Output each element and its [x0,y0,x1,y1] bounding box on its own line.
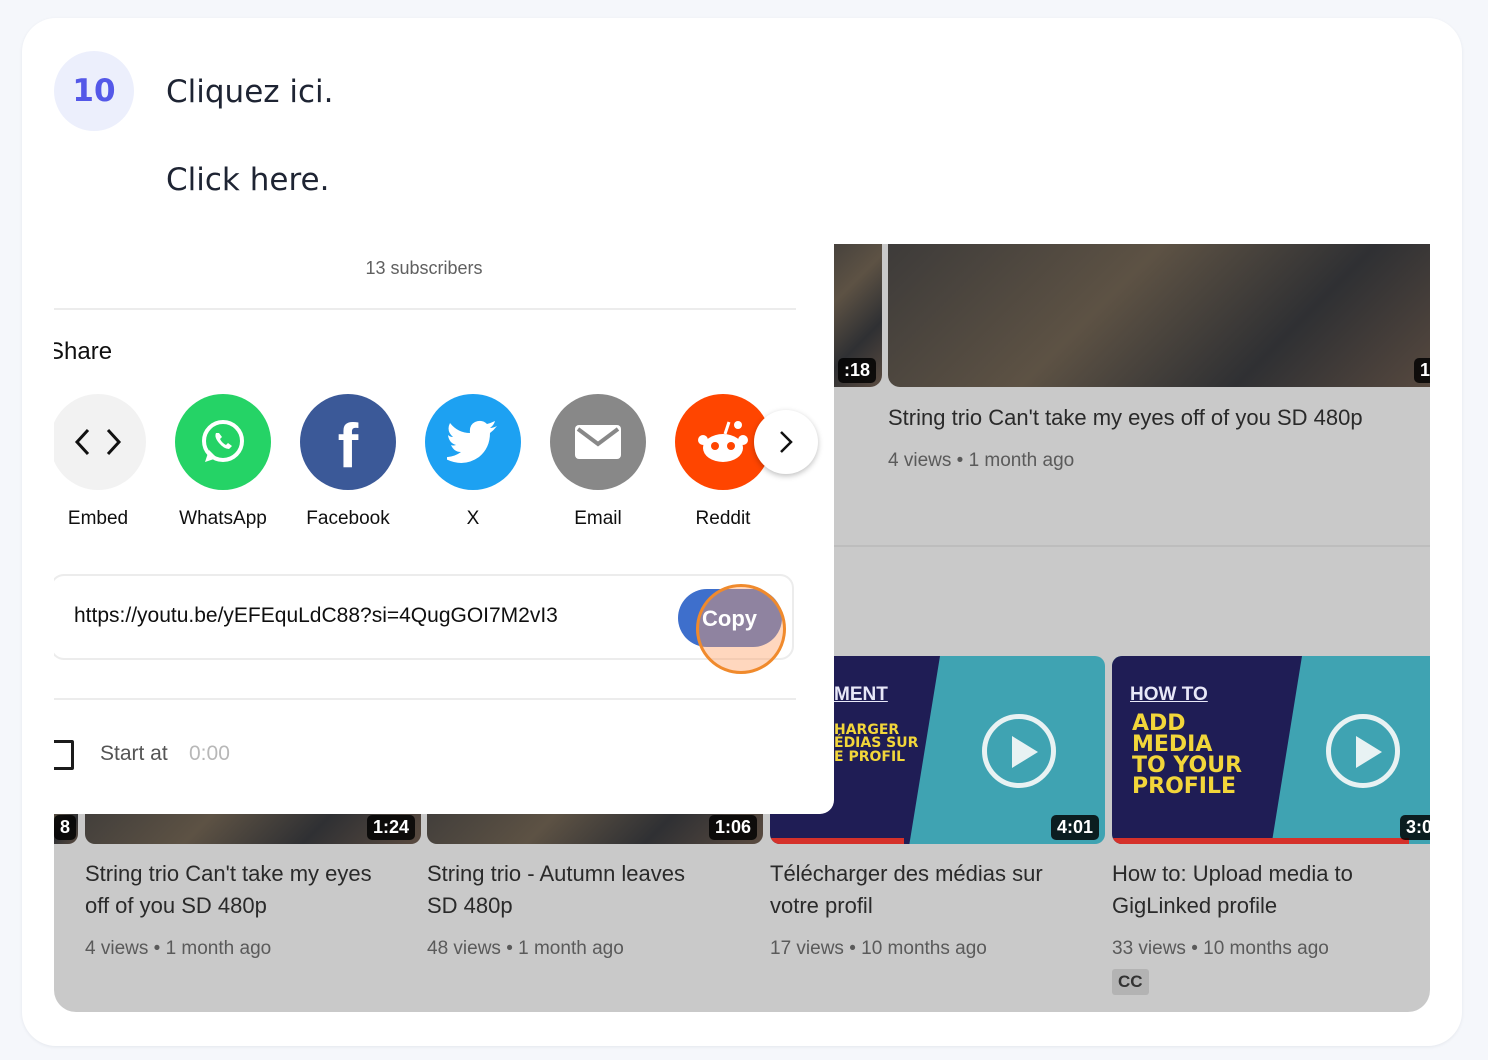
thumbnail-heading: MENT [834,684,888,705]
share-reddit[interactable]: Reddit [675,394,771,530]
dialog-divider [54,698,796,700]
share-facebook[interactable]: f Facebook [300,394,396,530]
closed-captions-badge: CC [1112,969,1149,995]
share-url-text: https://youtu.be/yEFEquLdC88?si=4QugGOI7… [74,604,558,627]
video-thumbnail[interactable]: HOW TO ADD MEDIA TO YOUR PROFILE 3:02 [1112,656,1430,844]
facebook-icon: f [300,394,396,490]
subscriber-count: 13 subscribers [365,258,483,278]
copy-button-label: Copy [702,606,757,631]
start-at-time[interactable]: 0:00 [189,742,230,766]
share-embed[interactable]: Embed [54,394,146,530]
start-at-label: Start at [100,742,168,765]
screenshot-frame: :18 1:2 String trio Can't take my eyes o… [54,244,1430,1012]
share-next-button[interactable] [754,410,818,474]
whatsapp-icon [175,394,271,490]
start-at-checkbox[interactable] [54,740,74,770]
chevron-right-icon [780,431,793,453]
video-duration: :18 [837,358,876,383]
video-thumbnail[interactable]: 1:2 [888,244,1430,387]
instruction-en: Click here. [166,162,330,198]
thumbnail-text: HARGER ÉDIAS SUR E PROFIL [834,722,919,765]
video-duration: 1:24 [366,815,415,840]
video-meta: 4 views • 1 month ago [85,938,272,959]
video-meta: 33 views • 10 months ago [1112,938,1329,959]
thumbnail-heading: HOW TO [1130,684,1208,705]
email-icon [550,394,646,490]
step-number-badge: 10 [54,51,134,131]
video-title[interactable]: String trio Can't take my eyes off of you… [85,858,372,922]
section-divider [834,545,1430,547]
video-duration: 4:01 [1050,815,1099,840]
video-title[interactable]: String trio - Autumn leaves SD 480p [427,858,685,922]
video-duration: 8 [54,815,76,840]
video-title[interactable]: How to: Upload media to GigLinked profile [1112,858,1353,922]
play-icon [982,714,1056,788]
share-whatsapp[interactable]: WhatsApp [175,394,271,530]
video-meta: 48 views • 1 month ago [427,938,624,959]
video-meta: 17 views • 10 months ago [770,938,987,959]
share-dialog: 13 subscribers Share Embed WhatsApp f Fa… [54,244,834,814]
dialog-divider [54,308,796,310]
twitter-bird-icon [425,394,521,490]
video-duration: 1:06 [708,815,757,840]
share-x[interactable]: X [425,394,521,530]
share-email[interactable]: Email [550,394,646,530]
instruction-fr: Cliquez ici. [166,74,334,110]
embed-code-icon [54,394,146,490]
thumbnail-text: ADD MEDIA TO YOUR PROFILE [1132,711,1243,799]
share-heading: Share [54,338,113,365]
video-title[interactable]: Télécharger des médias sur votre profil [770,858,1043,922]
video-meta: 4 views • 1 month ago [888,450,1075,471]
video-duration: 1:2 [1413,358,1430,383]
video-duration: 3:02 [1399,815,1430,840]
video-title[interactable]: String trio Can't take my eyes off of yo… [888,402,1363,434]
play-icon [1326,714,1400,788]
